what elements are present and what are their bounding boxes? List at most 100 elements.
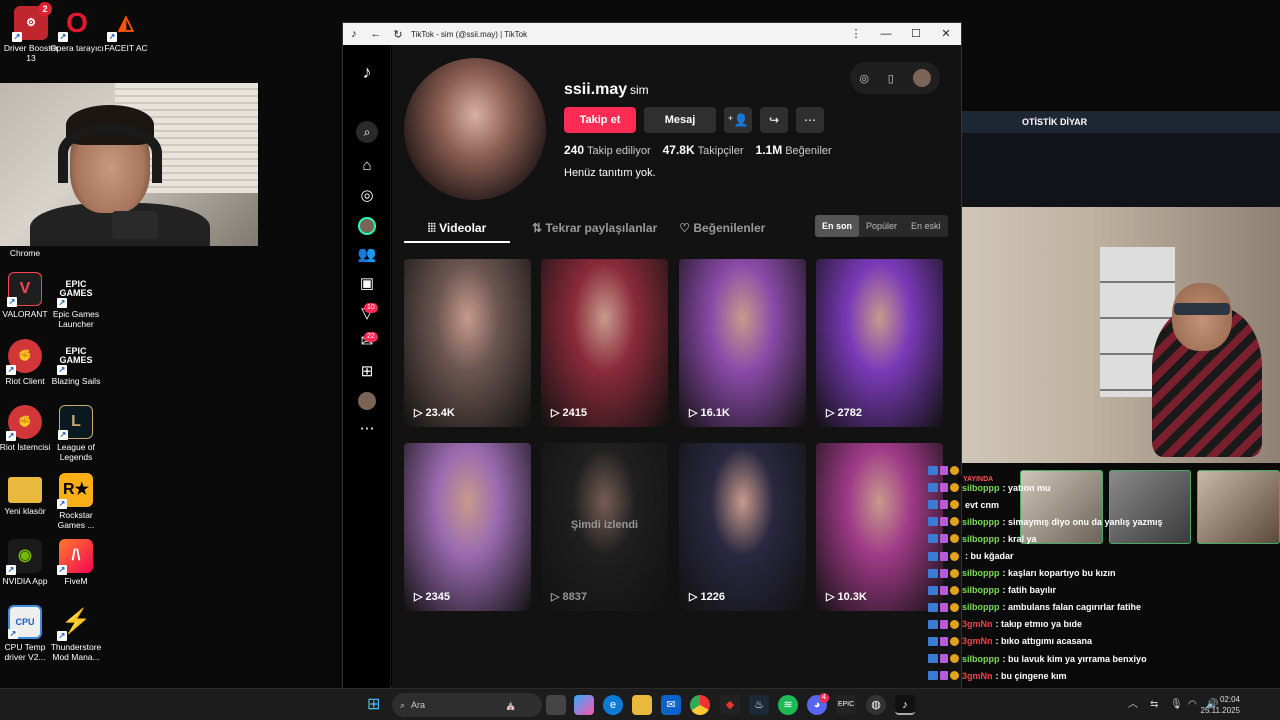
icon-label: Blazing Sails <box>51 376 101 386</box>
desktop-icon-fivem[interactable]: /\ ↗ FiveM <box>45 539 107 586</box>
desktop-icon-blazing-sails[interactable]: EPIC GAMES ↗ Blazing Sails <box>45 339 107 387</box>
taskbar-search[interactable]: ⌕ Ara ⛪ <box>392 693 542 717</box>
chrome-icon[interactable] <box>690 695 710 715</box>
task-view-icon[interactable] <box>546 695 566 715</box>
epic-games-icon[interactable]: EPIC <box>836 695 856 715</box>
tab-reposts-label: Tekrar paylaşılanlar <box>545 221 658 235</box>
tab-reposts[interactable]: ⇅ Tekrar paylaşılanlar <box>532 217 657 243</box>
close-icon[interactable]: ✕ <box>931 23 961 45</box>
share-button[interactable]: ↪ <box>760 107 788 133</box>
minimize-icon[interactable]: — <box>871 23 901 45</box>
live-icon[interactable]: ▣ <box>356 273 378 295</box>
follow-button[interactable]: Takip et <box>564 107 636 133</box>
chat-text: evt cnm <box>965 499 1000 510</box>
copilot-icon[interactable] <box>574 695 594 715</box>
clock[interactable]: 02:04 25.11.2025 <box>1201 694 1240 716</box>
network-icon[interactable]: ⇆ <box>1150 689 1158 720</box>
tiktok-icon[interactable]: ♪ <box>895 695 915 715</box>
chat-text: : ambulans falan cagırırlar fatihe <box>1002 602 1142 613</box>
tab-videos[interactable]: ⦙⦙⦙ Videolar <box>404 217 510 243</box>
sort-popular[interactable]: Popüler <box>859 215 904 237</box>
desktop-icon-rockstar[interactable]: R★ ↗ Rockstar Games ... <box>45 473 107 530</box>
search-icon[interactable]: ⌕ <box>356 121 378 143</box>
following-stat[interactable]: 240 Takip ediliyor <box>564 143 651 157</box>
chat-badge-icon <box>950 534 959 544</box>
chat-text: : kral ya <box>1002 533 1037 544</box>
outlook-icon[interactable]: ✉ <box>661 695 681 715</box>
chat-badge-icon <box>940 585 948 595</box>
edge-icon[interactable]: e <box>603 695 623 715</box>
tiktok-logo-icon[interactable]: ♪ <box>356 61 378 83</box>
tray-chevron-icon[interactable]: ︿ <box>1128 689 1138 720</box>
username: ssii.may <box>564 81 628 98</box>
faceit-icon: ◭ ↗ <box>107 12 134 42</box>
tab-liked[interactable]: ♡ Beğenilenler <box>679 217 765 243</box>
video-card[interactable]: ▷ 1226 <box>679 443 806 611</box>
account-avatar[interactable] <box>912 69 931 87</box>
driver-booster-icon: ⚙ 2 ↗ <box>12 2 52 42</box>
chat-text: : bu kğadar <box>965 551 1014 562</box>
video-card[interactable]: ▷ 16.1K <box>679 259 806 427</box>
headset <box>58 123 162 183</box>
obs-icon[interactable]: ◍ <box>866 695 886 715</box>
more-options-button[interactable]: ⋯ <box>796 107 824 133</box>
video-card[interactable]: ▷ 2345 <box>404 443 531 611</box>
video-card[interactable]: Şimdi izlendi ▷ 8837 <box>541 443 668 611</box>
back-icon[interactable]: ← <box>365 28 387 40</box>
microphone-icon[interactable]: 🎙 <box>1170 689 1183 720</box>
chat-text: : bu çingene kım <box>995 670 1067 681</box>
chat-badge-icon <box>940 619 948 629</box>
chat-username: silboppp <box>962 602 1000 613</box>
suggested-accounts-button[interactable]: ⁺👤 <box>724 107 752 133</box>
steam-icon[interactable]: ♨ <box>749 695 769 715</box>
play-icon: ▷ <box>689 407 701 419</box>
sunglasses <box>1174 303 1230 315</box>
desktop-icon-epic-games[interactable]: EPIC GAMES ↗ Epic Games Launcher <box>45 272 107 330</box>
spotify-icon[interactable]: ≋ <box>778 695 798 715</box>
chat-badge-icon <box>940 483 948 493</box>
desktop-icon-thunderstore[interactable]: ⚡ ↗ Thunderstore Mod Mana... <box>45 605 107 663</box>
following-icon[interactable]: 👥 <box>356 244 378 266</box>
desktop-icon-league[interactable]: L ↗ League of Legends <box>45 405 107 462</box>
phone-icon[interactable]: ▯ <box>888 72 894 85</box>
riot-icon[interactable]: ◆ <box>720 695 740 715</box>
sort-latest[interactable]: En son <box>815 215 860 237</box>
more-icon[interactable]: ⋯ <box>356 418 378 440</box>
reload-icon[interactable]: ↻ <box>387 28 409 41</box>
more-options-icon[interactable]: ⋮ <box>841 23 871 45</box>
wifi-icon[interactable]: ◠ <box>1188 689 1197 720</box>
nvidia-icon: ◉ ↗ <box>6 539 42 575</box>
followers-stat[interactable]: 47.8K Takipçiler <box>663 143 744 157</box>
avatar-icon[interactable] <box>356 215 378 237</box>
following-count: 240 <box>564 143 585 157</box>
title-bar: ♪ ← ↻ TikTok - sim (@ssii.may) | TikTok … <box>343 23 961 45</box>
profile-icon[interactable] <box>356 390 378 412</box>
chat-message: silboppp: bu lavuk kim ya yırrama benxiy… <box>928 650 1280 667</box>
explore-icon[interactable]: ◎ <box>356 185 378 207</box>
chat-badge-icon <box>928 500 938 510</box>
bio: Henüz tanıtım yok. <box>564 167 656 179</box>
chat-message: silboppp: ambulans falan cagırırlar fati… <box>928 599 1280 616</box>
chat-username: silboppp <box>962 653 1000 664</box>
video-card[interactable]: ▷ 10.3K <box>816 443 943 611</box>
message-button[interactable]: Mesaj <box>644 107 716 133</box>
chat-badge-icon <box>928 466 938 476</box>
video-card[interactable]: ▷ 23.4K <box>404 259 531 427</box>
desktop-icon-chrome[interactable]: Chrome <box>0 248 56 258</box>
play-icon: ▷ <box>414 407 426 419</box>
upload-icon[interactable]: ⊞ <box>356 361 378 383</box>
chat-message: 3gmNn: takıp etmıo ya bıde <box>928 616 1280 633</box>
desktop-icon-faceit[interactable]: ◭ ↗ FACEIT AC <box>95 6 157 53</box>
compass-icon[interactable]: ◎ <box>859 72 869 85</box>
messages-badge: 22 <box>364 332 378 342</box>
sort-oldest[interactable]: En eski <box>904 215 948 237</box>
chat-badge-icon <box>950 483 959 493</box>
file-explorer-icon[interactable] <box>632 695 652 715</box>
chat-badge-icon <box>950 619 959 629</box>
home-icon[interactable]: ⌂ <box>356 155 378 177</box>
video-card[interactable]: ▷ 2782 <box>816 259 943 427</box>
maximize-icon[interactable]: ☐ <box>901 23 931 45</box>
chat-badge-icon <box>940 654 948 664</box>
windows-start-icon[interactable]: ⊞ <box>367 697 383 713</box>
video-card[interactable]: ▷ 2415 <box>541 259 668 427</box>
